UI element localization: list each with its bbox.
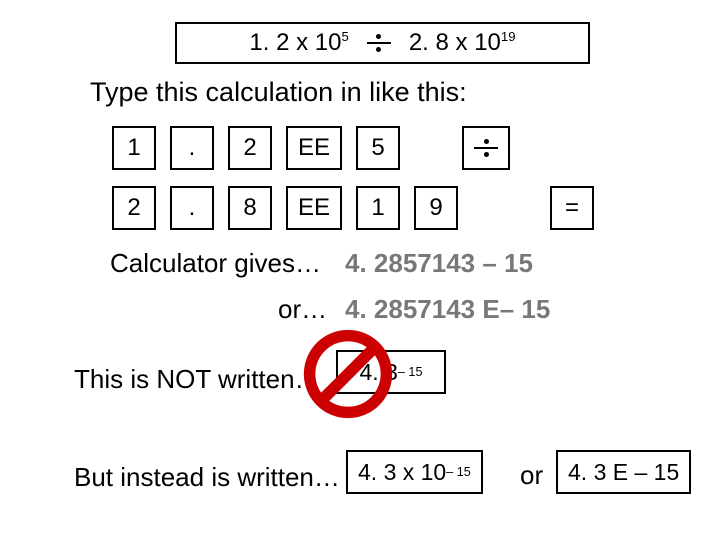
- key-5: 5: [356, 126, 400, 170]
- expr-left-base: 1. 2 x 10: [249, 29, 341, 56]
- alternative-notation-box: 4. 3 E – 15: [556, 450, 691, 494]
- key-ee-b: EE: [286, 186, 342, 230]
- or-label: or…: [278, 294, 327, 325]
- calculator-gives-label: Calculator gives…: [110, 248, 321, 279]
- or-label-2: or: [520, 460, 543, 491]
- expression-left: 1. 2 x 105: [231, 29, 366, 57]
- key-row-1: 1 . 2 EE 5: [112, 126, 510, 170]
- expression-right: 2. 8 x 1019: [391, 29, 534, 57]
- key-equals: =: [550, 186, 594, 230]
- divide-icon: [474, 139, 498, 157]
- wrong-notation-box: 4. 3– 15: [336, 350, 446, 394]
- key-1b: 1: [356, 186, 400, 230]
- key-divide: [462, 126, 510, 170]
- correct-notation-box: 4. 3 x 10– 15: [346, 450, 483, 494]
- divide-icon: [367, 34, 391, 52]
- instead-label: But instead is written…: [74, 462, 340, 493]
- key-row-2: 2 . 8 EE 1 9 =: [112, 186, 594, 230]
- key-8: 8: [228, 186, 272, 230]
- key-2: 2: [228, 126, 272, 170]
- calculator-result-2: 4. 2857143 E– 15: [345, 294, 550, 325]
- expr-right-exp: 19: [501, 29, 516, 44]
- key-9: 9: [414, 186, 458, 230]
- key-2b: 2: [112, 186, 156, 230]
- expr-left-exp: 5: [341, 29, 348, 44]
- key-dot: .: [170, 126, 214, 170]
- expr-right-base: 2. 8 x 10: [409, 29, 501, 56]
- wrong-base: 4. 3: [360, 359, 398, 386]
- instruction-text: Type this calculation in like this:: [90, 77, 467, 108]
- key-1: 1: [112, 126, 156, 170]
- key-dot-b: .: [170, 186, 214, 230]
- expression-box: 1. 2 x 105 2. 8 x 1019: [175, 22, 590, 64]
- calculator-result-1: 4. 2857143 – 15: [345, 248, 533, 279]
- key-ee: EE: [286, 126, 342, 170]
- correct-base: 4. 3 x 10: [358, 459, 446, 486]
- not-written-label: This is NOT written…: [74, 364, 321, 395]
